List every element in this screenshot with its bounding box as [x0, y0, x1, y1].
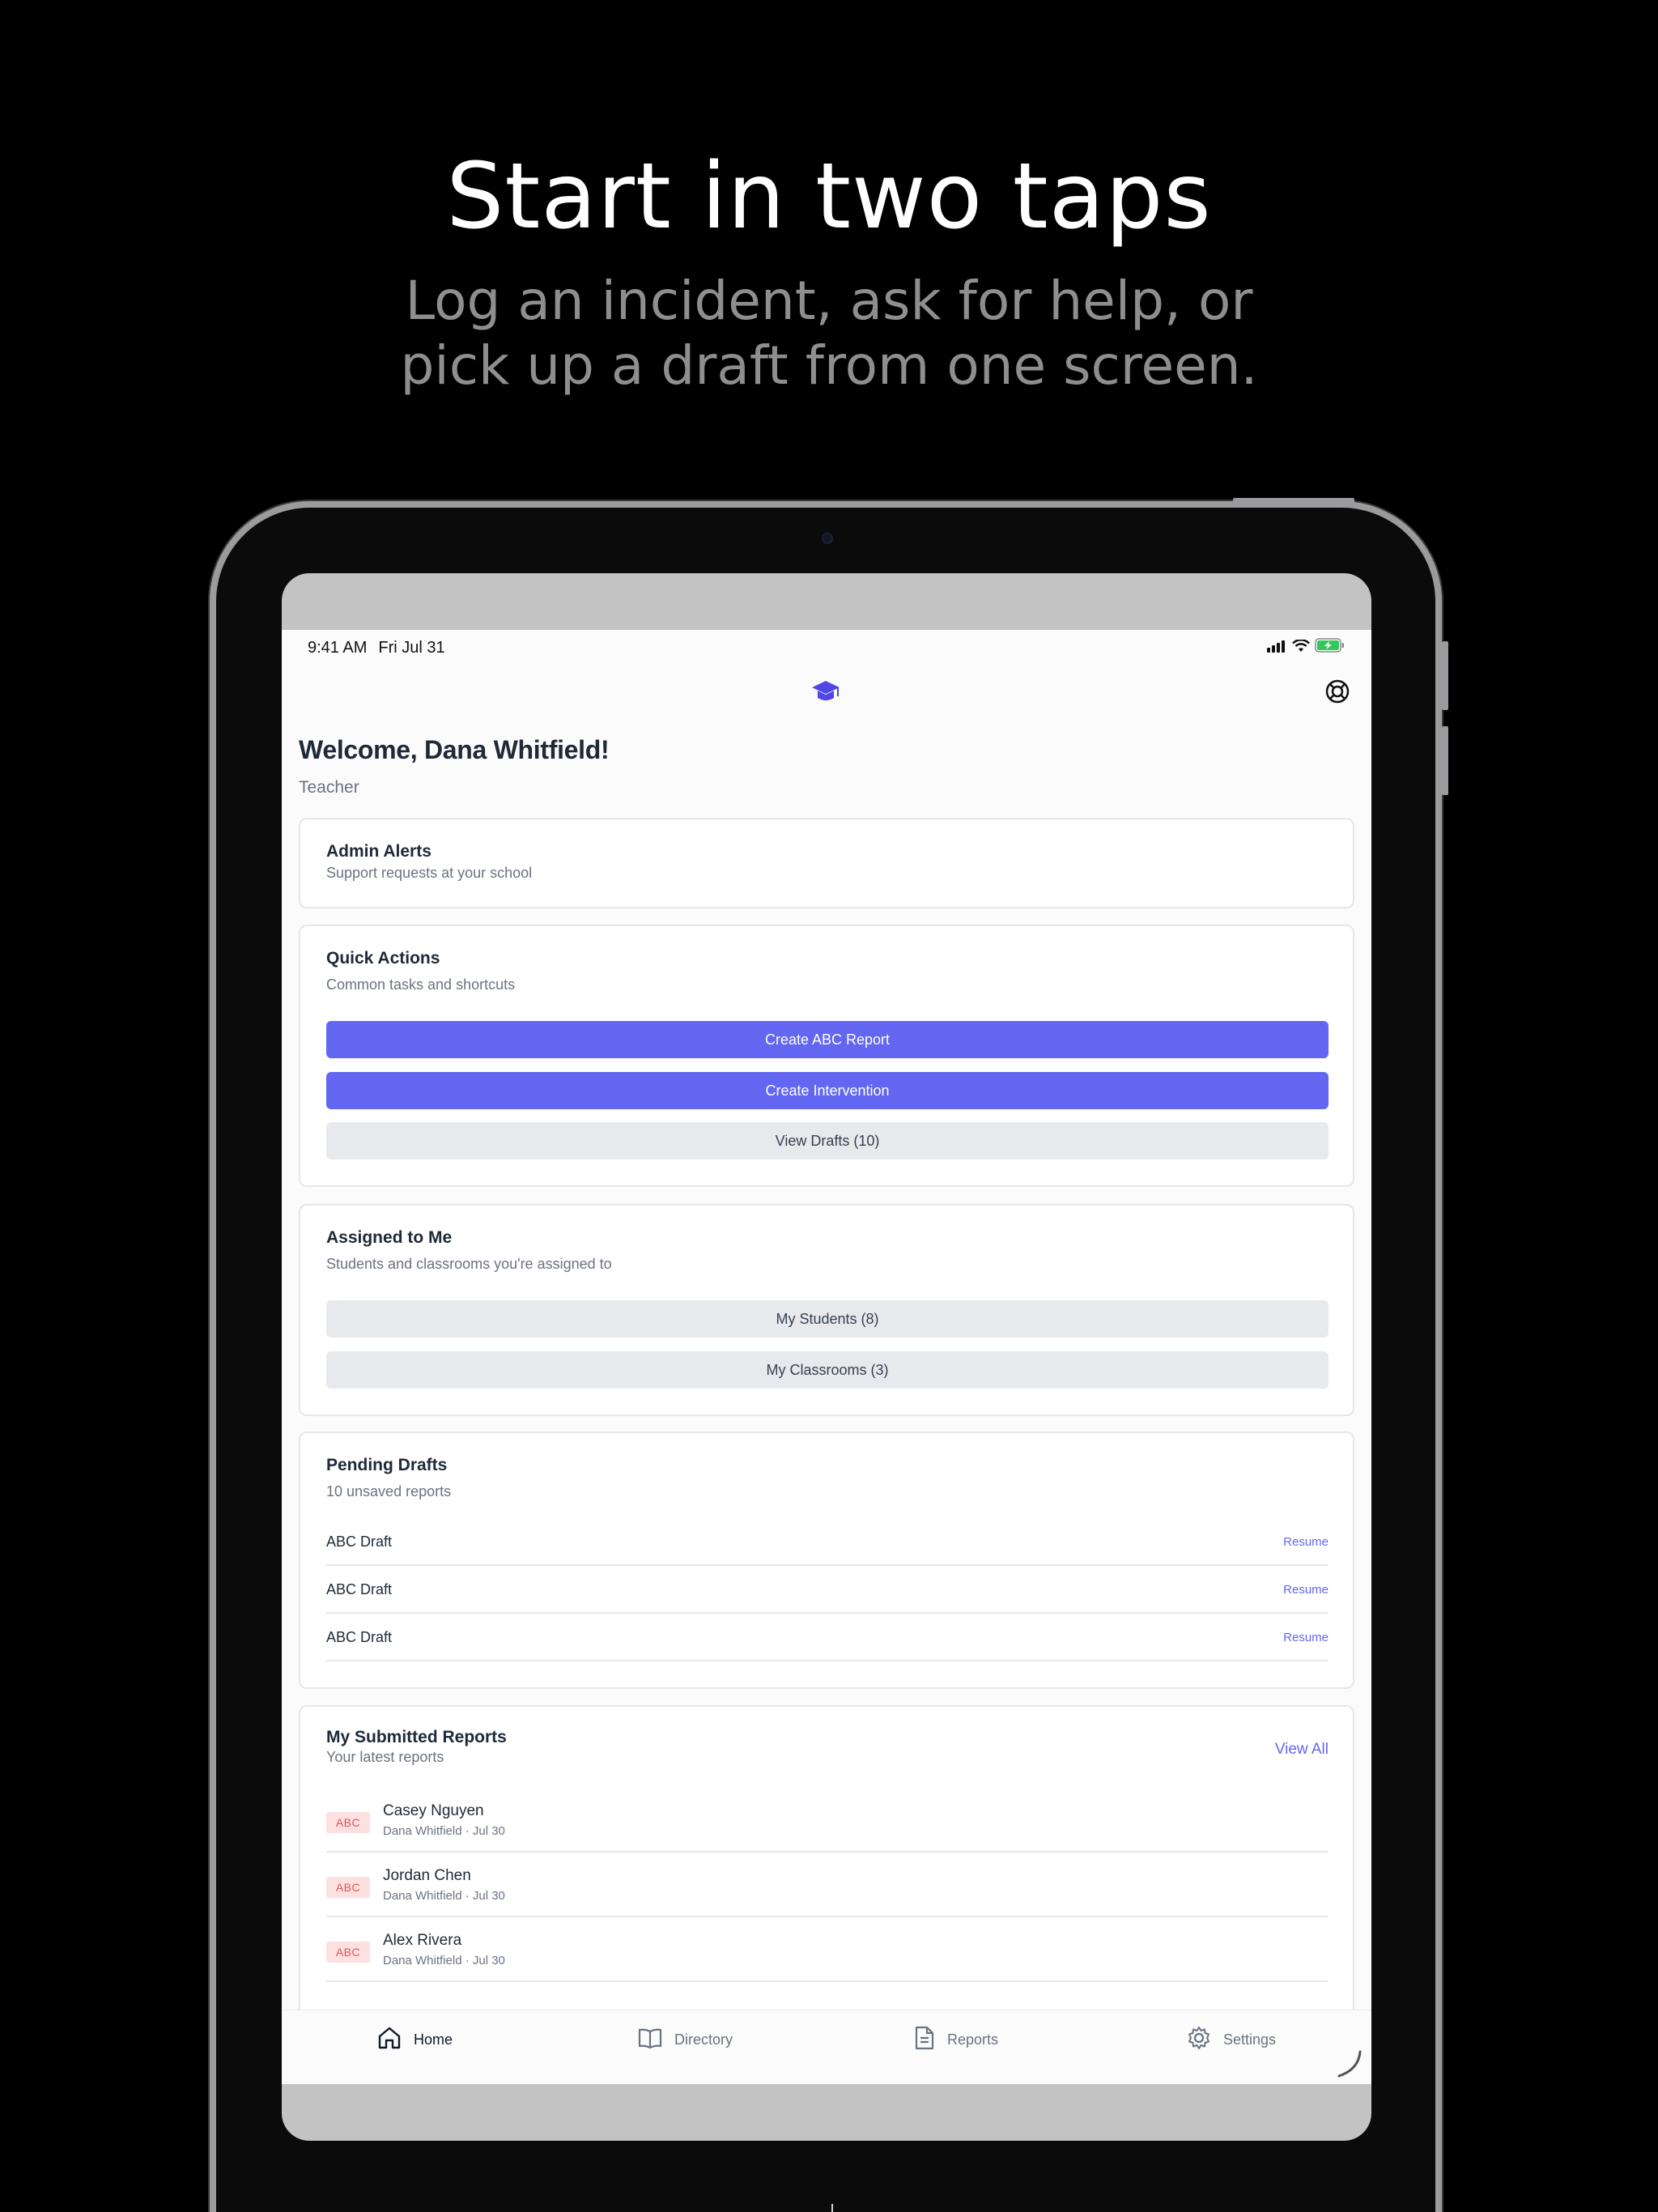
promo-title: Start in two taps — [446, 144, 1212, 249]
draft-name: ABC Draft — [326, 1533, 393, 1550]
resume-link[interactable]: Resume — [1283, 1631, 1329, 1644]
front-camera — [822, 533, 833, 544]
tab-settings[interactable]: Settings — [1186, 2025, 1276, 2055]
user-role: Teacher — [299, 778, 359, 797]
assigned-subtitle: Students and classrooms you're assigned … — [326, 1256, 612, 1272]
report-meta: Dana Whitfield · Jul 30 — [383, 1824, 505, 1838]
quick-actions-card: Quick Actions Common tasks and shortcuts… — [299, 925, 1354, 1187]
create-intervention-button[interactable]: Create Intervention — [326, 1072, 1329, 1109]
tab-home[interactable]: Home — [376, 2025, 453, 2055]
quick-actions-subtitle: Common tasks and shortcuts — [326, 976, 516, 993]
book-icon — [637, 2025, 663, 2055]
submitted-reports-subtitle: Your latest reports — [326, 1749, 444, 1765]
gear-icon — [1186, 2025, 1212, 2055]
cellular-signal-icon — [1266, 639, 1287, 657]
report-row[interactable]: ABC Alex Rivera Dana Whitfield · Jul 30 — [326, 1917, 1329, 1982]
device-screen: 9:41 AM Fri Jul 31 Welcome, Dana Whitfie… — [282, 573, 1371, 2141]
status-date: Fri Jul 31 — [378, 638, 445, 657]
admin-alerts-title: Admin Alerts — [326, 842, 432, 861]
tab-directory-label: Directory — [674, 2031, 733, 2048]
tab-reports[interactable]: Reports — [913, 2025, 998, 2055]
report-meta: Dana Whitfield · Jul 30 — [383, 1889, 505, 1903]
draft-name: ABC Draft — [326, 1580, 393, 1597]
app-header — [282, 672, 1371, 713]
report-meta: Dana Whitfield · Jul 30 — [383, 1954, 505, 1967]
promo-subtitle: Log an incident, ask for help, or pick u… — [0, 269, 1658, 398]
status-time: 9:41 AM — [308, 638, 368, 657]
battery-charging-icon — [1315, 638, 1346, 657]
draft-row: ABC Draft Resume — [326, 1519, 1329, 1566]
volume-down-button — [1442, 726, 1448, 795]
my-classrooms-button[interactable]: My Classrooms (3) — [326, 1351, 1329, 1389]
pending-drafts-title: Pending Drafts — [326, 1456, 448, 1474]
report-type-badge: ABC — [326, 1877, 370, 1898]
view-drafts-button[interactable]: View Drafts (10) — [326, 1122, 1329, 1159]
report-student-name: Jordan Chen — [383, 1867, 471, 1884]
draft-row: ABC Draft Resume — [326, 1614, 1329, 1661]
promo-subtitle-line-1: Log an incident, ask for help, or — [405, 270, 1253, 332]
view-all-link[interactable]: View All — [1275, 1741, 1329, 1759]
resume-link[interactable]: Resume — [1283, 1535, 1329, 1549]
pending-drafts-subtitle: 10 unsaved reports — [326, 1483, 452, 1499]
app-window: 9:41 AM Fri Jul 31 Welcome, Dana Whitfie… — [282, 630, 1371, 2084]
status-bar: 9:41 AM Fri Jul 31 — [282, 630, 1371, 666]
admin-alerts-subtitle: Support requests at your school — [326, 865, 533, 881]
draft-name: ABC Draft — [326, 1628, 393, 1645]
report-row[interactable]: ABC Casey Nguyen Dana Whitfield · Jul 30 — [326, 1788, 1329, 1853]
frame-seam — [831, 2204, 833, 2212]
tab-directory[interactable]: Directory — [637, 2025, 733, 2055]
submitted-reports-title: My Submitted Reports — [326, 1728, 507, 1746]
report-type-badge: ABC — [326, 1812, 370, 1833]
my-students-button[interactable]: My Students (8) — [326, 1300, 1329, 1338]
scroll-indicator — [1337, 2050, 1362, 2078]
wifi-icon — [1292, 638, 1310, 657]
quick-actions-title: Quick Actions — [326, 949, 440, 968]
assigned-title: Assigned to Me — [326, 1228, 453, 1247]
resume-link[interactable]: Resume — [1283, 1583, 1329, 1597]
create-abc-report-button[interactable]: Create ABC Report — [326, 1021, 1329, 1058]
tab-settings-label: Settings — [1223, 2031, 1277, 2048]
assigned-to-me-card: Assigned to Me Students and classrooms y… — [299, 1204, 1354, 1416]
tab-home-label: Home — [414, 2031, 453, 2048]
report-student-name: Alex Rivera — [383, 1932, 462, 1949]
welcome-heading: Welcome, Dana Whitfield! — [299, 735, 610, 764]
promo-subtitle-line-2: pick up a draft from one screen. — [400, 334, 1258, 397]
draft-row: ABC Draft Resume — [326, 1567, 1329, 1614]
report-student-name: Casey Nguyen — [383, 1802, 484, 1819]
report-type-badge: ABC — [326, 1942, 370, 1963]
home-icon — [376, 2025, 402, 2055]
volume-up-button — [1442, 641, 1448, 710]
tab-reports-label: Reports — [947, 2031, 999, 2048]
report-row[interactable]: ABC Jordan Chen Dana Whitfield · Jul 30 — [326, 1853, 1329, 1917]
tab-bar: Home Directory Reports Settings — [282, 2010, 1371, 2084]
pending-drafts-card: Pending Drafts 10 unsaved reports ABC Dr… — [299, 1431, 1354, 1689]
document-icon — [913, 2025, 936, 2055]
graduation-cap-icon — [810, 678, 841, 710]
power-button — [1233, 498, 1354, 504]
admin-alerts-card[interactable]: Admin Alerts Support requests at your sc… — [299, 818, 1354, 908]
lifebuoy-icon[interactable] — [1324, 678, 1350, 708]
